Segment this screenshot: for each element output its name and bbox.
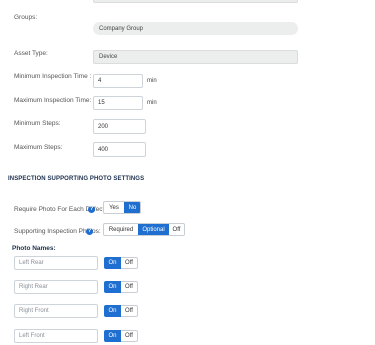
photo-name-placeholder: Right Rear bbox=[19, 284, 48, 290]
toggle-off[interactable]: Off bbox=[121, 330, 138, 342]
supporting-photos-required[interactable]: Required bbox=[104, 224, 138, 235]
asset-type-label: Asset Type: bbox=[14, 50, 48, 57]
max-inspection-time-input[interactable]: 15 bbox=[93, 96, 143, 110]
help-circle-icon[interactable]: ? bbox=[88, 206, 95, 213]
require-photo-yes[interactable]: Yes bbox=[104, 202, 124, 213]
supporting-photos-off[interactable]: Off bbox=[168, 224, 184, 235]
photo-name-placeholder: Left Rear bbox=[19, 260, 44, 266]
max-steps-label: Maximum Steps: bbox=[14, 144, 63, 151]
photo-name-toggle[interactable]: On Off bbox=[104, 281, 138, 293]
photo-name-toggle[interactable]: On Off bbox=[104, 330, 138, 342]
groups-label: Groups: bbox=[14, 14, 38, 21]
toggle-off[interactable]: Off bbox=[121, 281, 138, 293]
photo-name-placeholder: Right Front bbox=[19, 308, 49, 314]
toggle-off[interactable]: Off bbox=[121, 305, 138, 317]
photo-settings-title: INSPECTION SUPPORTING PHOTO SETTINGS bbox=[8, 176, 145, 182]
photo-names-label: Photo Names: bbox=[12, 245, 56, 252]
photo-name-input[interactable]: Left Rear bbox=[14, 256, 98, 270]
toggle-off[interactable]: Off bbox=[121, 257, 138, 269]
toggle-on[interactable]: On bbox=[104, 281, 121, 293]
supporting-photos-optional[interactable]: Optional bbox=[138, 224, 168, 235]
max-inspection-time-value: 15 bbox=[98, 100, 105, 106]
max-inspection-time-label: Maximum Inspection Time: bbox=[14, 97, 92, 104]
photo-name-placeholder: Left Front bbox=[19, 333, 45, 339]
toggle-on[interactable]: On bbox=[104, 257, 121, 269]
asset-type-field: Device bbox=[93, 50, 298, 64]
min-inspection-time-input[interactable]: 4 bbox=[93, 74, 143, 88]
photo-name-toggle[interactable]: On Off bbox=[104, 305, 138, 317]
min-inspection-time-unit: min bbox=[147, 78, 157, 84]
min-inspection-time-label: Minimum Inspection Time : bbox=[14, 73, 92, 80]
help-circle-icon[interactable]: ? bbox=[86, 228, 93, 235]
min-steps-label: Minimum Steps: bbox=[14, 120, 61, 127]
min-steps-value: 200 bbox=[98, 123, 109, 130]
photo-name-input[interactable]: Left Front bbox=[14, 329, 98, 343]
supporting-photos-toggle[interactable]: Required Optional Off bbox=[103, 223, 185, 236]
groups-field: Company Group bbox=[93, 22, 298, 35]
photo-name-toggle[interactable]: On Off bbox=[104, 257, 138, 269]
photo-name-input[interactable]: Right Front bbox=[14, 304, 98, 318]
max-steps-value: 400 bbox=[98, 146, 109, 153]
max-steps-input[interactable]: 400 bbox=[93, 142, 146, 157]
min-steps-input[interactable]: 200 bbox=[93, 119, 146, 134]
min-inspection-time-value: 4 bbox=[98, 78, 102, 84]
photo-name-input[interactable]: Right Rear bbox=[14, 280, 98, 294]
top-readonly-field bbox=[93, 0, 298, 3]
groups-value: Company Group bbox=[99, 25, 144, 32]
max-inspection-time-unit: min bbox=[147, 100, 157, 106]
require-photo-toggle[interactable]: Yes No bbox=[103, 201, 141, 214]
toggle-on[interactable]: On bbox=[104, 330, 121, 342]
toggle-on[interactable]: On bbox=[104, 305, 121, 317]
require-photo-no[interactable]: No bbox=[124, 202, 140, 213]
asset-type-value: Device bbox=[99, 54, 118, 60]
